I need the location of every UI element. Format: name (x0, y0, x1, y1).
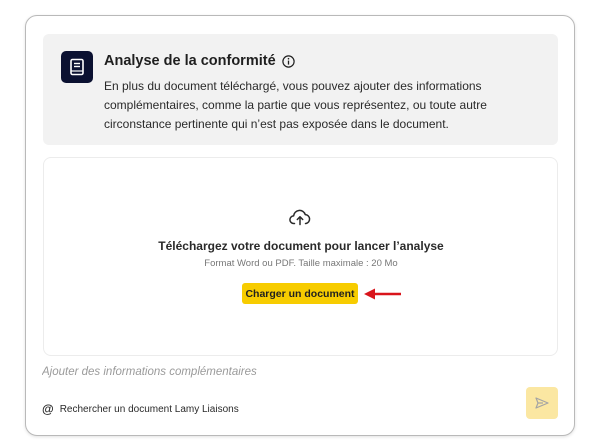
send-button[interactable] (526, 387, 558, 419)
search-lamy-label: Rechercher un document Lamy Liaisons (59, 403, 239, 415)
info-title-row: Analyse de la conformité (104, 53, 295, 69)
info-panel: Analyse de la conformité En plus du docu… (43, 34, 558, 145)
info-icon[interactable] (281, 54, 295, 68)
additional-info-input[interactable] (42, 366, 482, 378)
cloud-upload-icon (289, 209, 311, 226)
upload-subtitle: Format Word ou PDF. Taille maximale : 20… (204, 258, 398, 269)
page-title: Analyse de la conformité (104, 53, 276, 69)
red-arrow-icon (364, 288, 401, 300)
upload-title: Téléchargez votre document pour lancer l… (158, 239, 444, 253)
at-icon: @ (42, 402, 54, 416)
search-lamy-document-link[interactable]: @ Rechercher un document Lamy Liaisons (42, 402, 239, 416)
upload-dropzone[interactable] (43, 157, 558, 356)
info-description: En plus du document téléchargé, vous pou… (104, 79, 487, 131)
analysis-card: Analyse de la conformité En plus du docu… (25, 15, 575, 436)
upload-document-button[interactable]: Charger un document (242, 283, 358, 304)
book-icon (61, 51, 93, 83)
send-icon (535, 397, 549, 409)
